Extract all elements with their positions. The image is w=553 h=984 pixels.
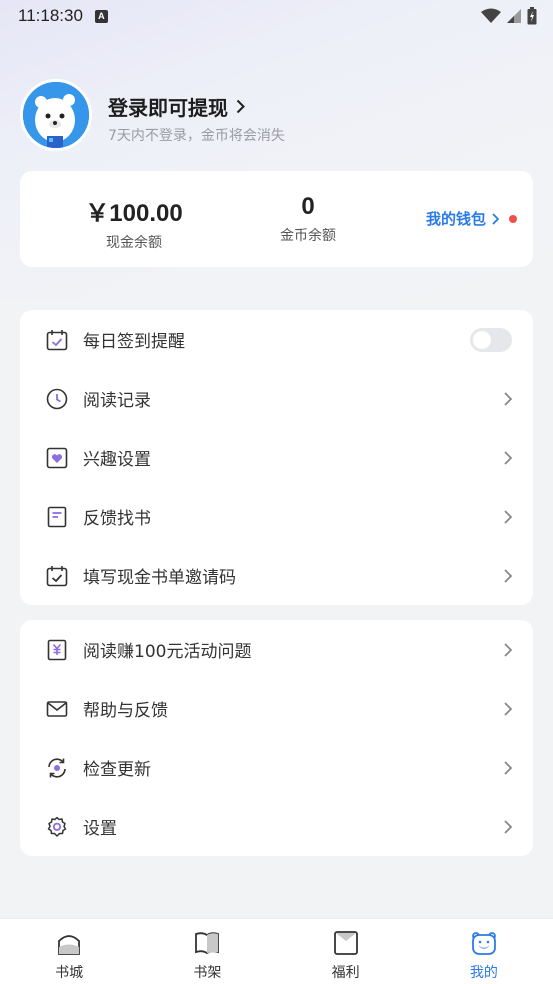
menu-item-help-feedback[interactable]: 帮助与反馈 [20, 679, 533, 738]
mail-icon [46, 700, 68, 717]
chevron-right-icon [504, 701, 513, 716]
menu-label: 每日签到提醒 [83, 332, 185, 352]
chevron-right-icon [504, 450, 513, 465]
chevron-right-icon [504, 391, 513, 406]
profile-header[interactable]: 登录即可提现 7天内不登录，金币将会消失 [20, 79, 533, 151]
menu-item-sign-in-reminder[interactable]: 每日签到提醒 [20, 310, 533, 369]
cash-balance-label: 现金余额 [106, 235, 162, 251]
red-dot-badge [509, 214, 517, 223]
bookshelf-icon [195, 932, 220, 955]
cash-balance-value: ￥100.00 [85, 200, 183, 227]
tab-bookstore[interactable]: 书城 [0, 919, 138, 984]
tab-label: 我的 [469, 965, 498, 981]
sign-in-reminder-toggle[interactable] [470, 327, 512, 352]
menu-label: 反馈找书 [83, 509, 151, 529]
gear-icon [47, 816, 67, 837]
status-bar: 11:18:30 A [0, 0, 553, 32]
bottom-tab-bar: 书城 书架 福利 我的 [0, 918, 553, 984]
tab-label: 书城 [55, 965, 84, 981]
store-icon [58, 935, 81, 955]
login-title-text: 登录即可提现 [108, 96, 228, 120]
gift-icon [333, 931, 358, 955]
chevron-right-icon [504, 568, 513, 583]
notification-badge: A [94, 9, 108, 23]
menu-label: 兴趣设置 [83, 450, 151, 470]
cash-balance[interactable]: ￥100.00 现金余额 [64, 193, 204, 252]
menu-label: 设置 [83, 819, 117, 839]
menu-item-feedback-find-book[interactable]: 反馈找书 [20, 487, 533, 546]
menu-label: 帮助与反馈 [83, 701, 168, 721]
menu-label: 阅读记录 [83, 391, 151, 411]
battery-icon [527, 7, 537, 25]
my-wallet-link[interactable]: 我的钱包 [426, 208, 517, 229]
refresh-icon [48, 757, 66, 778]
menu-group-2: 阅读赚100元活动问题 帮助与反馈 检查更新 设置 [20, 620, 533, 856]
yuan-icon [47, 639, 67, 660]
login-title[interactable]: 登录即可提现 [108, 92, 245, 121]
menu-group-1: 每日签到提醒 阅读记录 兴趣设置 反馈找书 填写现金书单邀请码 [20, 310, 533, 605]
tab-mine[interactable]: 我的 [415, 919, 553, 984]
coin-balance-label: 金币余额 [280, 228, 336, 244]
tab-bookshelf[interactable]: 书架 [138, 919, 276, 984]
login-subtitle: 7天内不登录，金币将会消失 [108, 128, 285, 144]
chevron-right-icon [504, 819, 513, 834]
coin-balance-value: 0 [301, 193, 315, 220]
avatar[interactable] [20, 79, 92, 151]
menu-item-activity-questions[interactable]: 阅读赚100元活动问题 [20, 620, 533, 679]
tab-label: 福利 [331, 965, 360, 981]
signal-icon [507, 9, 521, 23]
menu-item-reading-history[interactable]: 阅读记录 [20, 369, 533, 428]
chevron-right-icon [236, 99, 245, 114]
heart-icon [46, 447, 68, 468]
calendar-check-icon [46, 329, 68, 350]
bear-icon [471, 932, 496, 955]
book-icon [47, 506, 67, 527]
tab-label: 书架 [193, 965, 222, 981]
wallet-card: ￥100.00 现金余额 0 金币余额 我的钱包 [20, 171, 533, 267]
bear-avatar-icon [23, 82, 89, 148]
coin-balance[interactable]: 0 金币余额 [258, 193, 358, 245]
menu-item-invite-code[interactable]: 填写现金书单邀请码 [20, 546, 533, 605]
menu-item-settings[interactable]: 设置 [20, 797, 533, 856]
status-icons [481, 7, 537, 25]
menu-label: 填写现金书单邀请码 [83, 568, 236, 588]
wifi-icon [481, 8, 501, 23]
my-wallet-label: 我的钱包 [425, 210, 486, 228]
menu-item-interest-settings[interactable]: 兴趣设置 [20, 428, 533, 487]
calendar-icon [46, 565, 68, 586]
chevron-right-icon [504, 760, 513, 775]
toggle-knob [473, 330, 491, 349]
chevron-right-icon [504, 642, 513, 657]
chevron-right-icon [504, 509, 513, 524]
tab-welfare[interactable]: 福利 [277, 919, 415, 984]
menu-label: 检查更新 [83, 760, 151, 780]
menu-item-check-update[interactable]: 检查更新 [20, 738, 533, 797]
clock-icon [46, 388, 68, 409]
chevron-right-icon [492, 212, 499, 225]
status-time: 11:18:30 [18, 6, 83, 25]
menu-label: 阅读赚100元活动问题 [83, 642, 252, 662]
